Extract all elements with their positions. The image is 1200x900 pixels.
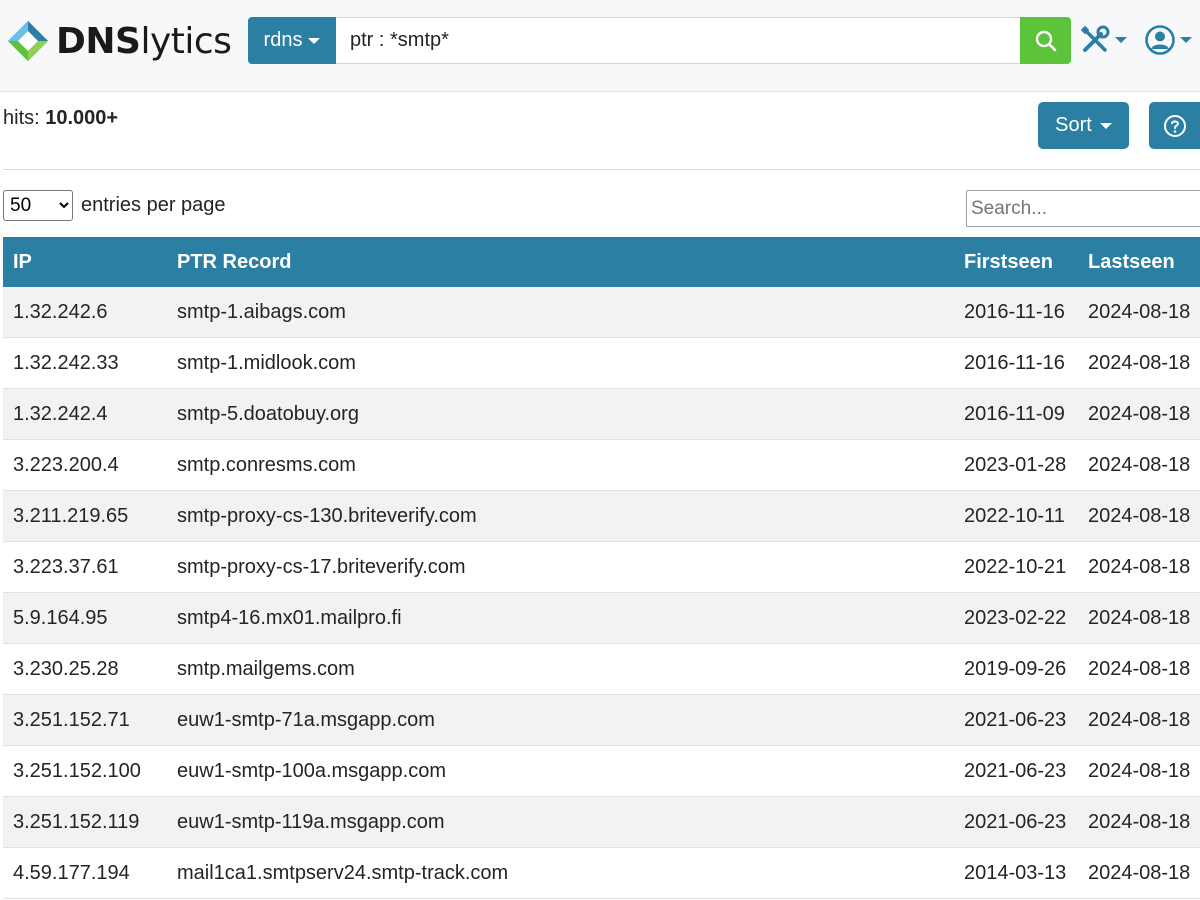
search-button[interactable] xyxy=(1020,17,1071,64)
caret-down-icon xyxy=(1115,37,1127,43)
cell-ptr-record: mail1ca1.smtpserv24.smtp-track.com xyxy=(167,847,954,899)
cell-firstseen: 2023-02-22 xyxy=(954,592,1078,644)
table-row: 3.230.25.28 smtp.mailgems.com 2019-09-26 20… xyxy=(3,643,1200,695)
hits-value: 10.000+ xyxy=(45,107,119,129)
column-header-firstseen[interactable]: Firstseen xyxy=(954,237,1078,287)
cell-ip[interactable]: 1.32.242.6 xyxy=(3,287,167,338)
table-header-row: IP PTR Record Firstseen Lastseen xyxy=(3,237,1200,287)
cell-firstseen: 2016-11-16 xyxy=(954,287,1078,338)
cell-ip[interactable]: 3.223.37.61 xyxy=(3,541,167,593)
search-group: rdns xyxy=(248,17,1071,64)
table-row: 3.251.152.71 euw1-smtp-71a.msgapp.com 2021… xyxy=(3,694,1200,746)
cell-lastseen: 2024-08-18 xyxy=(1078,439,1200,491)
cell-firstseen: 2016-11-16 xyxy=(954,337,1078,389)
cell-firstseen: 2023-01-28 xyxy=(954,439,1078,491)
cell-ptr-record: euw1-smtp-71a.msgapp.com xyxy=(167,694,954,746)
user-menu[interactable] xyxy=(1144,24,1192,56)
cell-ip[interactable]: 3.230.25.28 xyxy=(3,643,167,695)
tools-icon xyxy=(1080,25,1110,52)
results-table: IP PTR Record Firstseen Lastseen 1.32.24… xyxy=(3,237,1200,899)
cell-lastseen: 2024-08-18 xyxy=(1078,337,1200,389)
logo-text-bold: DNS xyxy=(56,20,141,62)
table-row: 1.32.242.33 smtp-1.midlook.com 2016-11-16 2… xyxy=(3,337,1200,389)
column-header-ptr-record[interactable]: PTR Record xyxy=(167,237,954,287)
cell-ip[interactable]: 3.211.219.65 xyxy=(3,490,167,542)
table-row: 3.223.200.4 smtp.conresms.com 2023-01-28 20… xyxy=(3,439,1200,491)
search-icon xyxy=(1035,30,1056,51)
entries-per-page-label: entries per page xyxy=(81,194,226,216)
logo-text: DNSlytics xyxy=(56,20,232,62)
caret-down-icon xyxy=(308,37,321,44)
page-size-select[interactable]: 50 xyxy=(3,190,73,221)
cell-lastseen: 2024-08-18 xyxy=(1078,287,1200,338)
table-row: 3.251.152.100 euw1-smtp-100a.msgapp.com 20… xyxy=(3,745,1200,797)
tools-menu[interactable] xyxy=(1079,24,1127,56)
cell-lastseen: 2024-08-18 xyxy=(1078,490,1200,542)
column-header-lastseen[interactable]: Lastseen xyxy=(1078,237,1200,287)
cell-ip[interactable]: 3.223.200.4 xyxy=(3,439,167,491)
table-row: 5.9.164.95 smtp4-16.mx01.mailpro.fi 2023-0… xyxy=(3,592,1200,644)
cell-firstseen: 2021-06-23 xyxy=(954,694,1078,746)
logo-text-rest: lytics xyxy=(140,20,232,62)
search-input[interactable] xyxy=(336,17,1020,64)
divider xyxy=(3,169,1200,170)
cell-ip[interactable]: 3.251.152.71 xyxy=(3,694,167,746)
cell-lastseen: 2024-08-18 xyxy=(1078,694,1200,746)
cell-ip[interactable]: 5.9.164.95 xyxy=(3,592,167,644)
entries-per-page: 50 entries per page xyxy=(3,190,226,221)
question-circle-icon xyxy=(1164,114,1186,137)
cell-ptr-record: smtp-proxy-cs-17.briteverify.com xyxy=(167,541,954,593)
top-navbar: DNSlytics rdns xyxy=(0,0,1200,92)
cell-lastseen: 2024-08-18 xyxy=(1078,796,1200,848)
cell-ptr-record: smtp.conresms.com xyxy=(167,439,954,491)
table-body: 1.32.242.6 smtp-1.aibags.com 2016-11-16 202… xyxy=(3,287,1200,899)
table-row: 3.251.152.119 euw1-smtp-119a.msgapp.com 20… xyxy=(3,796,1200,848)
cell-ip[interactable]: 3.251.152.119 xyxy=(3,796,167,848)
hits-label: hits: xyxy=(3,107,40,129)
cell-lastseen: 2024-08-18 xyxy=(1078,745,1200,797)
sort-label: Sort xyxy=(1055,114,1092,136)
cell-ip[interactable]: 3.251.152.100 xyxy=(3,745,167,797)
cell-firstseen: 2021-06-23 xyxy=(954,745,1078,797)
cell-ptr-record: euw1-smtp-119a.msgapp.com xyxy=(167,796,954,848)
help-button[interactable] xyxy=(1149,102,1200,149)
dnslytics-logo-icon xyxy=(8,21,48,61)
table-search-input[interactable] xyxy=(966,190,1200,227)
cell-firstseen: 2016-11-09 xyxy=(954,388,1078,440)
sort-button[interactable]: Sort xyxy=(1038,102,1129,149)
cell-ptr-record: smtp-proxy-cs-130.briteverify.com xyxy=(167,490,954,542)
cell-firstseen: 2019-09-26 xyxy=(954,643,1078,695)
search-type-dropdown[interactable]: rdns xyxy=(248,17,336,64)
logo[interactable]: DNSlytics xyxy=(6,18,232,64)
cell-firstseen: 2014-03-13 xyxy=(954,847,1078,899)
cell-ptr-record: euw1-smtp-100a.msgapp.com xyxy=(167,745,954,797)
cell-ip[interactable]: 1.32.242.33 xyxy=(3,337,167,389)
search-type-label: rdns xyxy=(263,29,303,51)
table-row: 3.211.219.65 smtp-proxy-cs-130.briteverif… xyxy=(3,490,1200,542)
caret-down-icon xyxy=(1180,37,1192,43)
cell-lastseen: 2024-08-18 xyxy=(1078,592,1200,644)
table-row: 4.59.177.194 mail1ca1.smtpserv24.smtp-tra… xyxy=(3,847,1200,899)
cell-ptr-record: smtp-1.midlook.com xyxy=(167,337,954,389)
cell-ip[interactable]: 1.32.242.4 xyxy=(3,388,167,440)
cell-ptr-record: smtp-1.aibags.com xyxy=(167,287,954,338)
cell-lastseen: 2024-08-18 xyxy=(1078,388,1200,440)
cell-ip[interactable]: 4.59.177.194 xyxy=(3,847,167,899)
column-header-ip[interactable]: IP xyxy=(3,237,167,287)
cell-lastseen: 2024-08-18 xyxy=(1078,541,1200,593)
cell-firstseen: 2022-10-11 xyxy=(954,490,1078,542)
cell-ptr-record: smtp4-16.mx01.mailpro.fi xyxy=(167,592,954,644)
table-row: 3.223.37.61 smtp-proxy-cs-17.briteverify.… xyxy=(3,541,1200,593)
user-icon xyxy=(1145,25,1175,55)
hits-count: hits: 10.000+ xyxy=(3,107,118,130)
cell-firstseen: 2021-06-23 xyxy=(954,796,1078,848)
caret-down-icon xyxy=(1099,122,1112,129)
cell-lastseen: 2024-08-18 xyxy=(1078,847,1200,899)
table-row: 1.32.242.4 smtp-5.doatobuy.org 2016-11-09 2… xyxy=(3,388,1200,440)
table-row: 1.32.242.6 smtp-1.aibags.com 2016-11-16 202… xyxy=(3,287,1200,338)
cell-lastseen: 2024-08-18 xyxy=(1078,643,1200,695)
cell-firstseen: 2022-10-21 xyxy=(954,541,1078,593)
cell-ptr-record: smtp.mailgems.com xyxy=(167,643,954,695)
cell-ptr-record: smtp-5.doatobuy.org xyxy=(167,388,954,440)
